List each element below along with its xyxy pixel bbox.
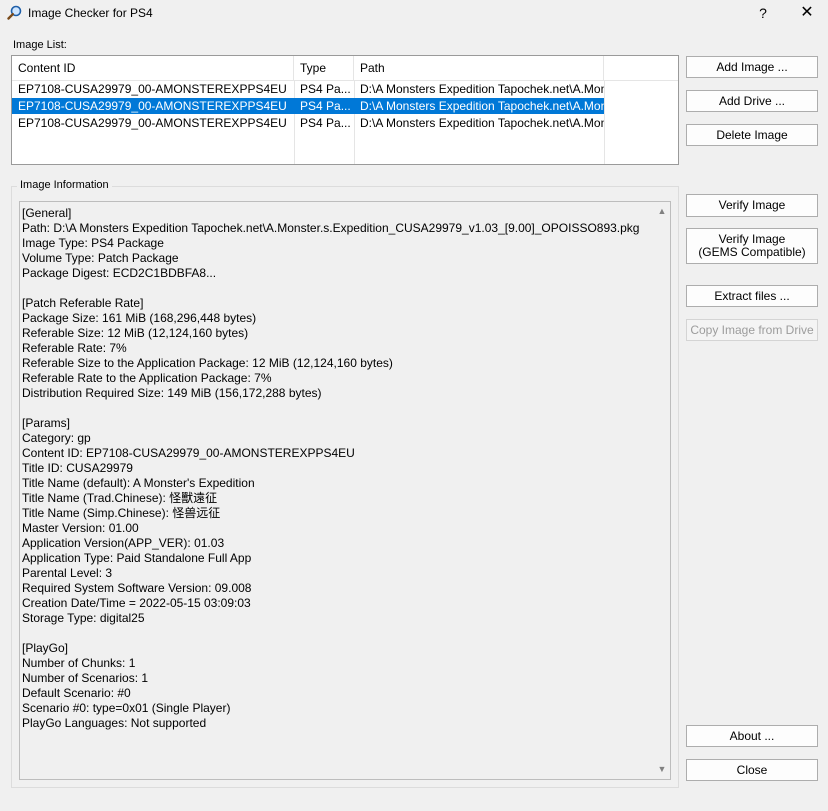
image-list-row-selected[interactable]: EP7108-CUSA29979_00-AMONSTEREXPPS4EU PS4…	[12, 98, 604, 114]
row-type: PS4 Pa...	[300, 99, 351, 113]
row-type: PS4 Pa...	[300, 82, 351, 96]
verify-image-gems-button[interactable]: Verify Image (GEMS Compatible)	[686, 228, 818, 264]
column-header-path[interactable]: Path	[354, 56, 604, 80]
help-button[interactable]: ?	[752, 0, 774, 26]
image-list-label: Image List:	[13, 39, 67, 51]
image-list-header: Content ID Type Path	[12, 56, 678, 81]
row-content-id: EP7108-CUSA29979_00-AMONSTEREXPPS4EU	[18, 82, 287, 96]
image-list-row[interactable]: EP7108-CUSA29979_00-AMONSTEREXPPS4EU PS4…	[12, 115, 604, 131]
image-information-label: Image Information	[17, 179, 112, 191]
close-button[interactable]: Close	[686, 759, 818, 781]
add-drive-button[interactable]: Add Drive ...	[686, 90, 818, 112]
row-path: D:\A Monsters Expedition Tapochek.net\A.…	[360, 82, 604, 96]
about-button[interactable]: About ...	[686, 725, 818, 747]
magnifier-app-icon	[7, 5, 22, 20]
row-content-id: EP7108-CUSA29979_00-AMONSTEREXPPS4EU	[18, 116, 287, 130]
verify-image-button[interactable]: Verify Image	[686, 194, 818, 217]
add-image-button[interactable]: Add Image ...	[686, 56, 818, 78]
image-information-text: [General] Path: D:\A Monsters Expedition…	[22, 206, 640, 730]
image-list-row[interactable]: EP7108-CUSA29979_00-AMONSTEREXPPS4EU PS4…	[12, 81, 604, 97]
scroll-up-arrow-icon[interactable]: ▲	[655, 206, 669, 218]
title-bar: Image Checker for PS4 ? ✕	[0, 0, 828, 26]
window-close-button[interactable]: ✕	[794, 0, 820, 26]
row-type: PS4 Pa...	[300, 116, 351, 130]
image-information-textbox[interactable]: [General] Path: D:\A Monsters Expedition…	[19, 201, 671, 780]
row-path: D:\A Monsters Expedition Tapochek.net\A.…	[360, 99, 604, 113]
row-path: D:\A Monsters Expedition Tapochek.net\A.…	[360, 116, 604, 130]
grid-line	[604, 80, 605, 164]
delete-image-button[interactable]: Delete Image	[686, 124, 818, 146]
copy-image-from-drive-button[interactable]: Copy Image from Drive	[686, 319, 818, 341]
extract-files-button[interactable]: Extract files ...	[686, 285, 818, 307]
row-content-id: EP7108-CUSA29979_00-AMONSTEREXPPS4EU	[18, 99, 287, 113]
column-header-type[interactable]: Type	[294, 56, 354, 80]
image-list[interactable]: Content ID Type Path EP7108-CUSA29979_00…	[11, 55, 679, 165]
scroll-down-arrow-icon[interactable]: ▼	[655, 764, 669, 776]
column-header-content-id[interactable]: Content ID	[12, 56, 294, 80]
verify-gems-label-line2: (GEMS Compatible)	[698, 245, 806, 259]
window-title: Image Checker for PS4	[28, 6, 153, 20]
